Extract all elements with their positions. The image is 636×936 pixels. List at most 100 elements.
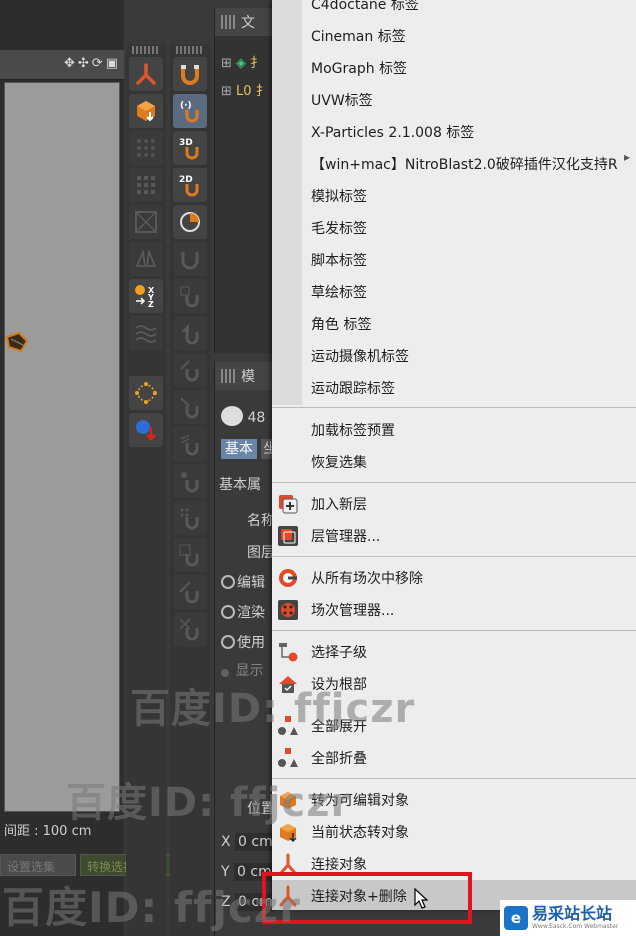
menu-item-label: 全部折叠: [311, 751, 367, 767]
radio-render-label: 渲染: [237, 605, 265, 621]
rotate-icon[interactable]: ⟳: [92, 56, 103, 71]
svg-text:(·): (·): [180, 101, 192, 111]
menu-item-tag[interactable]: UVW标签: [272, 84, 636, 116]
menu-item-label: 草绘标签: [311, 285, 367, 301]
menu-item-tag[interactable]: C4doctane 标签: [272, 0, 636, 20]
mirror-icon[interactable]: [129, 242, 163, 276]
snap-option-5-icon[interactable]: [173, 390, 207, 424]
object-row-label[interactable]: 扌: [250, 56, 263, 71]
watermark-text: 百度ID: ffjczr: [2, 883, 301, 932]
menu-item-tag[interactable]: 毛发标签: [272, 212, 636, 244]
objects-panel-title[interactable]: 文: [241, 12, 255, 32]
menu-item-take-manager[interactable]: 场次管理器...: [272, 594, 636, 626]
field-layer-label: 图层: [247, 545, 275, 561]
menu-item-tag[interactable]: Cineman 标签: [272, 20, 636, 52]
menu-item-tag[interactable]: X-Particles 2.1.008 标签: [272, 116, 636, 148]
attributes-panel-title[interactable]: 模: [241, 366, 255, 386]
menu-item-label: 恢复选集: [311, 455, 367, 471]
move-icon[interactable]: ✥: [64, 56, 75, 71]
menu-item-select-children[interactable]: 选择子级: [272, 636, 636, 668]
xyz-axis-icon[interactable]: XYZ: [129, 279, 163, 313]
watermark-text: 百度ID: ffjczr: [66, 780, 352, 826]
menu-item-label: Cineman 标签: [311, 29, 406, 45]
radio-render[interactable]: 渲染: [221, 602, 265, 622]
snap-option-2-icon[interactable]: [173, 279, 207, 313]
menu-item-label: 脚本标签: [311, 253, 367, 269]
watermark-text: 百度ID: ffjczr: [130, 686, 416, 732]
object-count: 48: [247, 410, 266, 426]
reset-selection-button[interactable]: 设置选集: [0, 854, 76, 876]
snap-angle-icon[interactable]: [173, 205, 207, 239]
menu-item-restore-selection[interactable]: 恢复选集: [272, 446, 636, 478]
snap-option-3-icon[interactable]: [173, 316, 207, 350]
site-logo-subtitle: Www.Easck.Com Webmaster: [532, 923, 619, 930]
menu-item-label: 加载标签预置: [311, 423, 395, 439]
menu-item-layer-manager[interactable]: 层管理器...: [272, 520, 636, 552]
snap-2d-icon[interactable]: 2D: [173, 168, 207, 202]
cube-down-icon[interactable]: [129, 94, 163, 128]
svg-text:Z: Z: [148, 300, 154, 309]
viewport-nav-icons: ✥ ✣ ⟳ ▣: [64, 56, 118, 71]
menu-item-label: 连接对象: [311, 857, 367, 873]
take-manager-icon: [276, 598, 300, 622]
frame-icon[interactable]: [129, 205, 163, 239]
tree-expand-icon[interactable]: ⊞: [221, 84, 232, 99]
object-row[interactable]: ⊞ ◈ 扌: [221, 52, 263, 71]
menu-item-add-new-layer[interactable]: 加入新层: [272, 488, 636, 520]
snap-option-10-icon[interactable]: [173, 575, 207, 609]
attr-object-summary: 48: [221, 406, 265, 426]
grid-points-icon[interactable]: [129, 131, 163, 165]
menu-item-tag[interactable]: 运动摄像机标签: [272, 340, 636, 372]
menu-item-tag[interactable]: MoGraph 标签: [272, 52, 636, 84]
connect-tool-icon[interactable]: [129, 57, 163, 91]
menu-item-label: 毛发标签: [311, 221, 367, 237]
snap-option-8-icon[interactable]: [173, 501, 207, 535]
radio-edit[interactable]: 编辑: [221, 572, 265, 592]
drop-to-floor-icon[interactable]: [129, 413, 163, 447]
snap-option-6-icon[interactable]: [173, 427, 207, 461]
object-row[interactable]: ⊞ L0 扌: [221, 80, 269, 99]
snap-option-11-icon[interactable]: [173, 612, 207, 646]
grid-dots-icon[interactable]: [129, 168, 163, 202]
viewport-canvas[interactable]: [4, 82, 120, 812]
toolbar-grip[interactable]: [176, 46, 204, 54]
move-vertical-icon[interactable]: ✣: [78, 56, 89, 71]
tab-basic[interactable]: 基本: [221, 439, 257, 459]
maximize-icon[interactable]: ▣: [106, 56, 118, 71]
panel-grip-icon[interactable]: [221, 369, 235, 383]
snap-3d-icon[interactable]: 3D: [173, 131, 207, 165]
menu-item-tag[interactable]: 模拟标签: [272, 180, 636, 212]
menu-item-label: MoGraph 标签: [311, 61, 408, 77]
menu-item-load-tag-preset[interactable]: 加载标签预置: [272, 414, 636, 446]
snap-magnet-icon[interactable]: (·): [173, 94, 207, 128]
menu-item-tag[interactable]: 草绘标签: [272, 276, 636, 308]
coord-x-input[interactable]: 0 cm: [235, 833, 276, 851]
menu-item-tag[interactable]: 运动跟踪标签: [272, 372, 636, 404]
menu-item-tag[interactable]: 脚本标签: [272, 244, 636, 276]
viewport-object-shape[interactable]: [5, 331, 29, 353]
snap-option-7-icon[interactable]: [173, 464, 207, 498]
wave-grid-icon[interactable]: [129, 316, 163, 350]
menu-item-tag[interactable]: 【win+mac】NitroBlast2.0破碎插件汉化支持R: [272, 148, 636, 180]
magnet-icon[interactable]: [173, 57, 207, 91]
panel-grip-icon[interactable]: [221, 15, 235, 29]
collapse-all-icon: [276, 746, 300, 770]
toolbar-grip[interactable]: [132, 46, 160, 54]
tree-expand-icon[interactable]: ⊞: [221, 56, 232, 71]
objects-panel-header: 文: [215, 8, 274, 36]
viewport-topbar: ✥ ✣ ⟳ ▣: [0, 50, 124, 80]
menu-item-tag[interactable]: 角色 标签: [272, 308, 636, 340]
site-logo-title: 易采站长站: [532, 904, 613, 923]
menu-item-label: 角色 标签: [311, 317, 372, 333]
snap-option-9-icon[interactable]: [173, 538, 207, 572]
radio-use[interactable]: 使用: [221, 632, 265, 652]
object-row-label[interactable]: L0 扌: [236, 84, 269, 99]
center-points-icon[interactable]: [129, 376, 163, 410]
menu-separator: [272, 556, 636, 557]
attributes-panel: 模 48 基本 坐 基本属 名称 图层 编辑 渲染 使用 显示 位置 X 0 c…: [214, 362, 280, 936]
menu-item-label: X-Particles 2.1.008 标签: [311, 125, 475, 141]
menu-item-remove-from-takes[interactable]: 从所有场次中移除: [272, 562, 636, 594]
remove-take-icon: [276, 566, 300, 590]
snap-option-4-icon[interactable]: [173, 353, 207, 387]
snap-option-1-icon[interactable]: [173, 242, 207, 276]
